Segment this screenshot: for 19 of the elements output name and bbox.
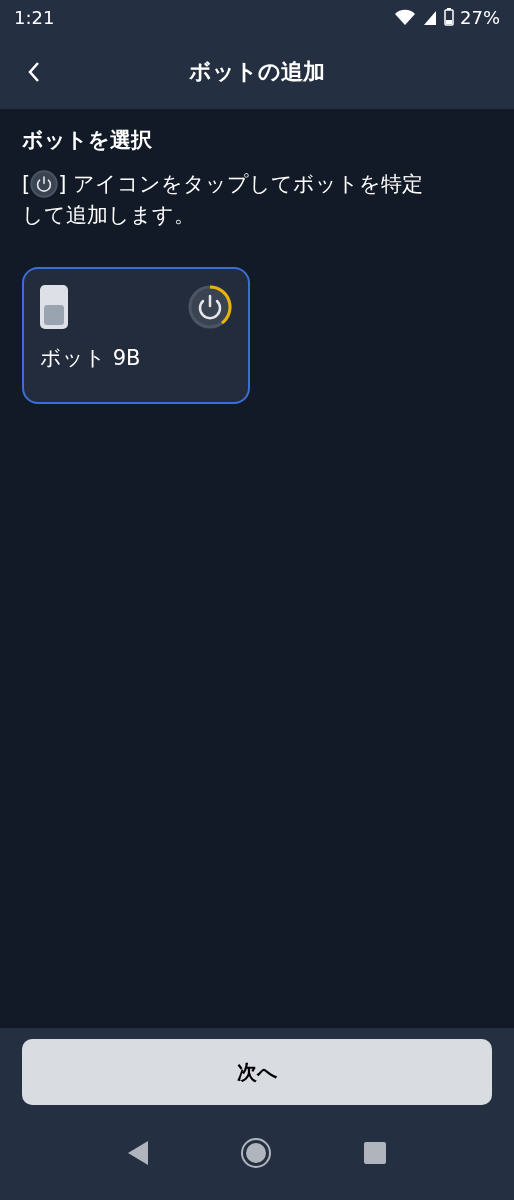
bot-device-icon	[40, 284, 68, 329]
instruction-text: して追加します。	[22, 201, 195, 229]
battery-icon	[444, 8, 454, 26]
power-icon	[30, 170, 59, 198]
page-title: ボットの追加	[189, 58, 325, 86]
next-button[interactable]: 次へ	[22, 1039, 492, 1105]
device-name: ボット 9B	[40, 344, 142, 372]
battery-percent: 27%	[460, 5, 500, 30]
nav-recents-icon[interactable]	[364, 1141, 386, 1164]
signal-icon	[422, 9, 438, 25]
status-time: 1:21	[14, 5, 55, 30]
bracket-text: [	[22, 170, 31, 198]
device-card[interactable]: ボット 9B	[22, 266, 250, 404]
nav-home-icon[interactable]	[240, 1136, 272, 1169]
power-button-icon	[188, 284, 232, 329]
instruction-text: ] アイコンをタップしてボットを特定	[58, 170, 424, 198]
wifi-icon	[394, 9, 416, 25]
section-heading: ボットを選択	[22, 127, 153, 154]
nav-back-icon[interactable]	[128, 1140, 148, 1165]
